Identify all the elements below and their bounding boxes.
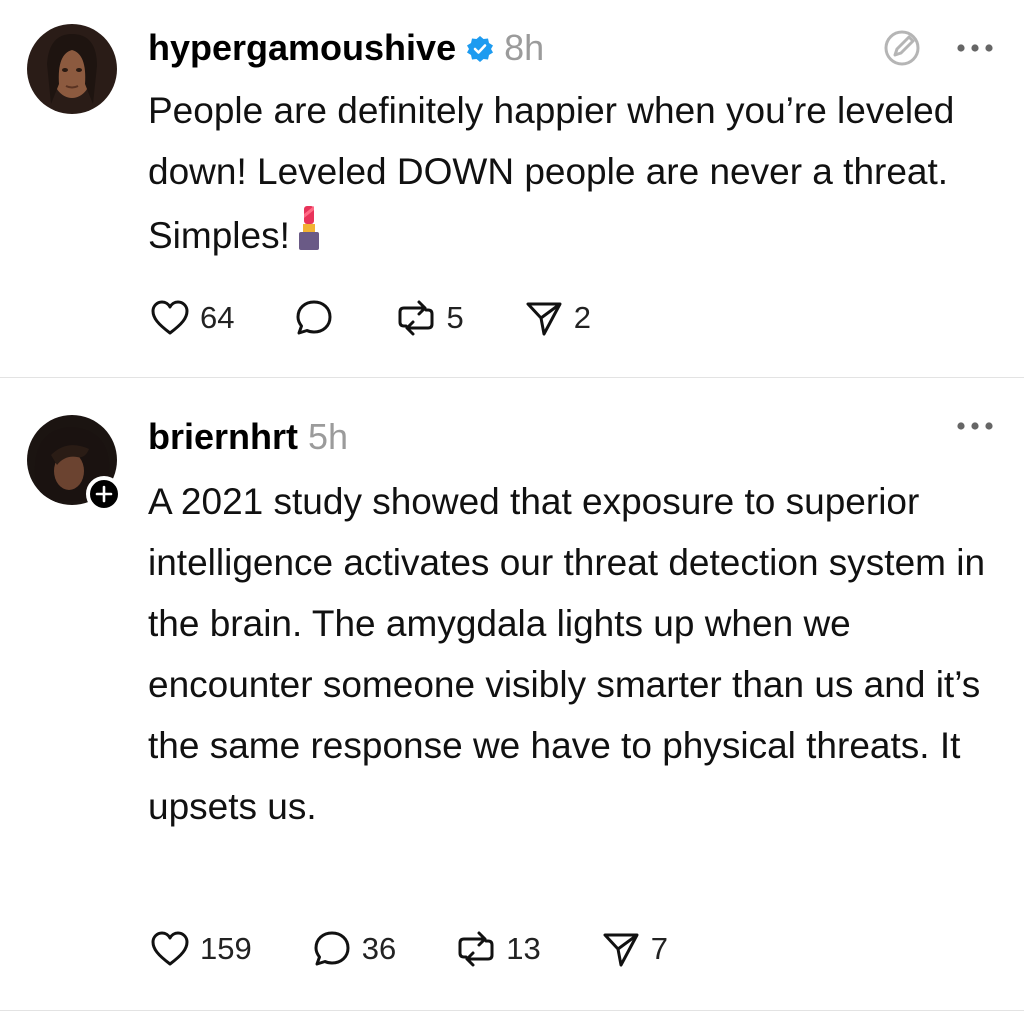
like-count: 64	[200, 300, 235, 335]
share-count: 2	[573, 300, 591, 335]
like-button[interactable]: 64	[148, 296, 234, 340]
repost-count: 13	[506, 931, 541, 966]
avatar[interactable]	[27, 24, 117, 114]
repost-count: 5	[446, 300, 464, 335]
heart-icon	[151, 300, 189, 335]
share-button[interactable]: 7	[599, 927, 668, 971]
repost-button[interactable]: 13	[454, 927, 541, 971]
share-button[interactable]: 2	[522, 296, 591, 340]
post-time: 8h	[504, 27, 545, 68]
username[interactable]: briernhrt	[148, 415, 298, 459]
lipstick-icon	[294, 202, 324, 254]
send-icon	[526, 302, 562, 336]
follow-button[interactable]	[86, 476, 122, 512]
post-text: People are definitely happier when you’r…	[148, 80, 1008, 266]
more-options-icon[interactable]	[956, 43, 994, 53]
comment-icon	[296, 300, 332, 335]
reply-button[interactable]: 36	[310, 927, 396, 971]
edit-icon[interactable]	[882, 28, 922, 68]
share-count: 7	[650, 931, 668, 966]
repost-icon	[458, 931, 494, 967]
post-text: A 2021 study showed that exposure to sup…	[148, 481, 986, 827]
send-icon	[603, 933, 639, 967]
reply-button[interactable]	[292, 296, 336, 340]
more-options-icon[interactable]	[956, 421, 994, 431]
post-hypergamoushive[interactable]: hypergamoushive 8h People are definitely…	[0, 0, 1024, 378]
plus-icon	[95, 485, 113, 503]
like-count: 159	[200, 931, 252, 966]
verified-badge-icon	[466, 35, 494, 63]
comment-icon	[314, 931, 350, 966]
reply-count: 36	[361, 931, 397, 966]
post-time: 5h	[308, 416, 349, 457]
post-divider	[0, 1010, 1024, 1011]
post-divider	[0, 377, 1024, 378]
post-briernhrt[interactable]: briernhrt 5h A 2021 study showed that ex…	[0, 379, 1024, 1012]
like-button[interactable]: 159	[148, 927, 252, 971]
repost-button[interactable]: 5	[394, 296, 464, 340]
repost-icon	[398, 300, 434, 336]
post-text-content: People are definitely happier when you’r…	[148, 90, 955, 256]
heart-icon	[151, 931, 189, 966]
username[interactable]: hypergamoushive	[148, 26, 456, 70]
